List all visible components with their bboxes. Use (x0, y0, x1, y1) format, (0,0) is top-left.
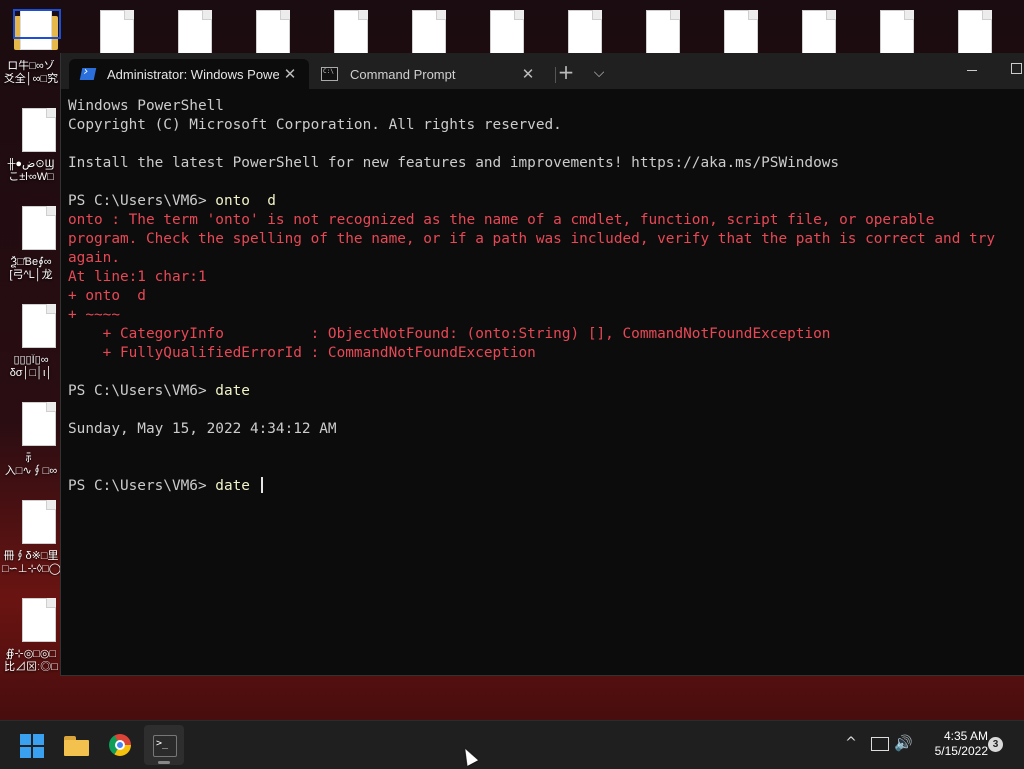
command-text: onto d (215, 193, 276, 209)
error-text: onto : The term 'onto' is not recognized… (68, 212, 935, 228)
desktop-file-icon[interactable] (490, 10, 524, 54)
output-text: Install the latest PowerShell for new fe… (68, 155, 840, 171)
output-text: Windows PowerShell (68, 98, 224, 114)
desktop-icon-label: ⺬入□∿∮□∞ (4, 452, 58, 477)
desktop-icon-label: ∯⊹◎□◎□ 比⊿⊠ː◎□ (4, 648, 58, 673)
desktop-file-icon[interactable] (22, 304, 56, 348)
console-line: again. (68, 249, 1018, 268)
desktop-icon-label: ╫●ض⊙Ϣ こ±ŀ∞W□ (7, 158, 55, 183)
desktop-file-icon[interactable] (22, 206, 56, 250)
console-line: Windows PowerShell (68, 97, 1018, 116)
terminal-window: Administrator: Windows PowerShell ✕ Comm… (60, 53, 1024, 676)
chevron-up-icon[interactable]: ^ (842, 735, 860, 753)
tab-command-prompt[interactable]: Command Prompt ✕ (311, 59, 547, 89)
windows-logo-icon (20, 734, 44, 758)
desktop-icon-label: Ѯ□Ɓе∮∞ [弓^L│龙 (9, 256, 53, 281)
network-icon[interactable] (871, 737, 889, 751)
desktop-file-icon[interactable] (100, 10, 134, 54)
desktop-icon-label: 冊∮δ※□里 □∽⊥⊹◊□◯ (2, 550, 60, 575)
console-line: At line:1 char:1 (68, 268, 1018, 287)
tab-title: Command Prompt (350, 66, 456, 82)
system-clock[interactable]: 4:35 AM 5/15/2022 (918, 729, 988, 759)
desktop-file-icon[interactable] (568, 10, 602, 54)
output-text: Copyright (C) Microsoft Corporation. All… (68, 117, 562, 133)
command-text: date (215, 383, 250, 399)
console-line: + FullyQualifiedErrorId : CommandNotFoun… (68, 344, 1018, 363)
tab-dropdown-button[interactable]: ⌵ (588, 62, 610, 84)
desktop-file-icon[interactable] (958, 10, 992, 54)
close-icon[interactable]: ✕ (279, 65, 301, 83)
desktop-file-icon[interactable] (334, 10, 368, 54)
tab-powershell[interactable]: Administrator: Windows PowerShell ✕ (69, 59, 309, 89)
taskbar: >_ ^ 🔊 4:35 AM 5/15/2022 3 (0, 720, 1024, 769)
folder-icon (13, 9, 62, 52)
clock-time: 4:35 AM (943, 729, 988, 743)
text-cursor (260, 477, 263, 493)
command-text: date (215, 478, 259, 494)
desktop-file-icon[interactable] (802, 10, 836, 54)
error-text: program. Check the spelling of the name,… (68, 231, 996, 247)
maximize-button[interactable] (1011, 63, 1022, 74)
new-tab-button[interactable]: + (555, 62, 577, 84)
desktop-file-icon[interactable] (724, 10, 758, 54)
close-icon[interactable]: ✕ (517, 65, 539, 83)
desktop-icon-label: ▯▯▯Ϊ▯∞ δσ│□│ι│ (9, 354, 53, 379)
chrome-icon (109, 734, 131, 756)
cmd-icon (321, 67, 338, 81)
desktop-file-icon[interactable] (880, 10, 914, 54)
error-text: + onto d (68, 288, 146, 304)
console-line: PS C:\Users\VM6> onto d (68, 192, 1018, 211)
console-line: program. Check the spelling of the name,… (68, 230, 1018, 249)
tab-title: Administrator: Windows PowerShell (107, 66, 279, 82)
desktop-icon-label: ロ牛□∞ゾ 爻全│∞□究 (3, 60, 59, 85)
console-line: PS C:\Users\VM6> date (68, 477, 1018, 496)
powershell-icon (79, 68, 97, 80)
error-text: + CategoryInfo : ObjectNotFound: (onto:S… (68, 326, 831, 342)
desktop-file-icon[interactable] (22, 402, 56, 446)
desktop-folder-icon[interactable] (0, 0, 62, 58)
chrome-button[interactable] (100, 725, 140, 765)
console-line: onto : The term 'onto' is not recognized… (68, 211, 1018, 230)
console-line: Copyright (C) Microsoft Corporation. All… (68, 116, 1018, 135)
clock-date: 5/15/2022 (934, 744, 988, 758)
minimize-button[interactable] (961, 59, 983, 81)
notification-badge[interactable]: 3 (988, 737, 1003, 752)
desktop-file-icon[interactable] (412, 10, 446, 54)
terminal-icon: >_ (153, 735, 177, 757)
error-text: + FullyQualifiedErrorId : CommandNotFoun… (68, 345, 536, 361)
prompt-text: PS C:\Users\VM6> (68, 383, 216, 399)
terminal-button[interactable]: >_ (144, 725, 184, 765)
tab-bar: Administrator: Windows PowerShell ✕ Comm… (61, 53, 1024, 89)
error-text: At line:1 char:1 (68, 269, 207, 285)
folder-icon (64, 736, 89, 756)
console-line: + ~~~~ (68, 306, 1018, 325)
console-line: + onto d (68, 287, 1018, 306)
error-text: again. (68, 250, 120, 266)
console-line: Sunday, May 15, 2022 4:34:12 AM (68, 420, 1018, 439)
desktop-file-icon[interactable] (22, 500, 56, 544)
console-line: Install the latest PowerShell for new fe… (68, 154, 1018, 173)
desktop-file-icon[interactable] (22, 108, 56, 152)
console-line: PS C:\Users\VM6> date (68, 382, 1018, 401)
desktop-file-icon[interactable] (646, 10, 680, 54)
desktop-file-icon[interactable] (22, 598, 56, 642)
console-output[interactable]: Windows PowerShell Copyright (C) Microsof… (68, 97, 1018, 667)
file-explorer-button[interactable] (56, 725, 96, 765)
error-text: + ~~~~ (68, 307, 120, 323)
start-button[interactable] (12, 725, 52, 765)
desktop-file-icon[interactable] (256, 10, 290, 54)
output-text: Sunday, May 15, 2022 4:34:12 AM (68, 421, 337, 437)
prompt-text: PS C:\Users\VM6> (68, 478, 216, 494)
desktop-file-icon[interactable] (178, 10, 212, 54)
volume-icon[interactable]: 🔊 (894, 734, 914, 754)
console-line: + CategoryInfo : ObjectNotFound: (onto:S… (68, 325, 1018, 344)
prompt-text: PS C:\Users\VM6> (68, 193, 216, 209)
